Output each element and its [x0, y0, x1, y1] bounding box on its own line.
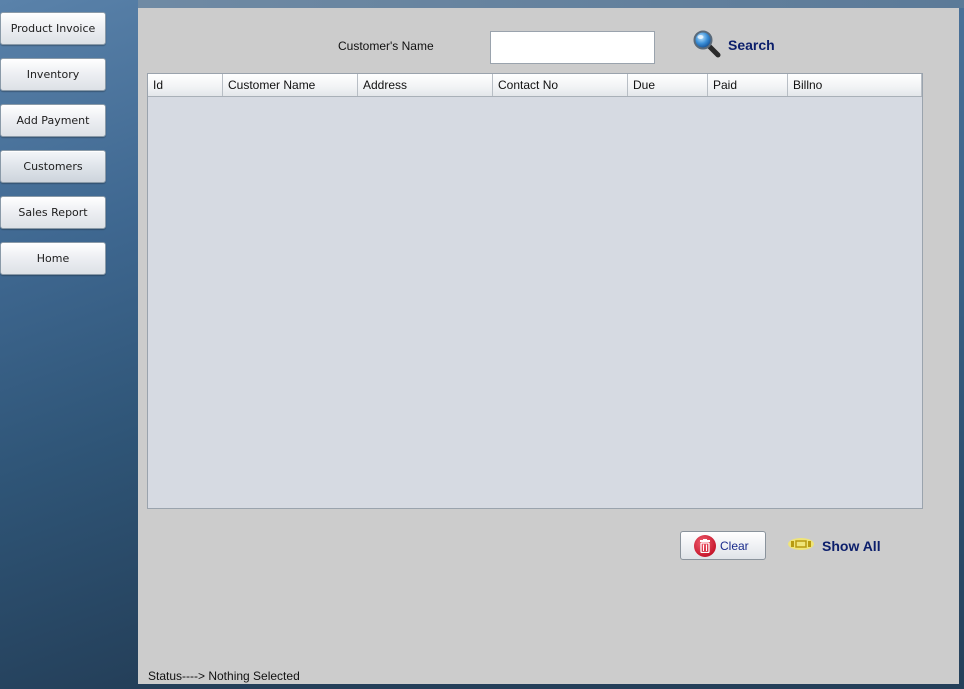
trash-icon — [694, 534, 716, 557]
column-header-id[interactable]: Id — [148, 74, 223, 96]
customer-name-label: Customer's Name — [338, 39, 434, 53]
clear-button[interactable]: Clear — [680, 531, 766, 560]
column-header-contact-no[interactable]: Contact No — [493, 74, 628, 96]
list-icon — [786, 533, 816, 558]
sidebar: Product Invoice Inventory Add Payment Cu… — [0, 0, 138, 689]
column-header-paid[interactable]: Paid — [708, 74, 788, 96]
table-body — [148, 97, 922, 509]
customers-table[interactable]: Id Customer Name Address Contact No Due … — [147, 73, 923, 509]
show-all-button-label: Show All — [822, 537, 881, 554]
customers-panel: Customer's Name Search Id Customer Name … — [138, 8, 959, 684]
sidebar-item-add-payment[interactable]: Add Payment — [0, 104, 106, 137]
search-button-label: Search — [728, 37, 775, 53]
sidebar-item-sales-report[interactable]: Sales Report — [0, 196, 106, 229]
sidebar-item-home[interactable]: Home — [0, 242, 106, 275]
sidebar-item-customers[interactable]: Customers — [0, 150, 106, 183]
search-button[interactable]: Search — [692, 30, 775, 60]
table-header: Id Customer Name Address Contact No Due … — [148, 74, 922, 97]
column-header-customer-name[interactable]: Customer Name — [223, 74, 358, 96]
column-header-address[interactable]: Address — [358, 74, 493, 96]
customer-name-input[interactable] — [490, 31, 655, 64]
column-header-due[interactable]: Due — [628, 74, 708, 96]
column-header-billno[interactable]: Billno — [788, 74, 922, 96]
status-text: Status----> Nothing Selected — [148, 669, 300, 683]
sidebar-item-inventory[interactable]: Inventory — [0, 58, 106, 91]
magnifier-icon — [692, 29, 722, 62]
show-all-button[interactable]: Show All — [786, 531, 881, 560]
sidebar-item-product-invoice[interactable]: Product Invoice — [0, 12, 106, 45]
clear-button-label: Clear — [720, 538, 749, 553]
window-top-strip — [138, 0, 964, 8]
